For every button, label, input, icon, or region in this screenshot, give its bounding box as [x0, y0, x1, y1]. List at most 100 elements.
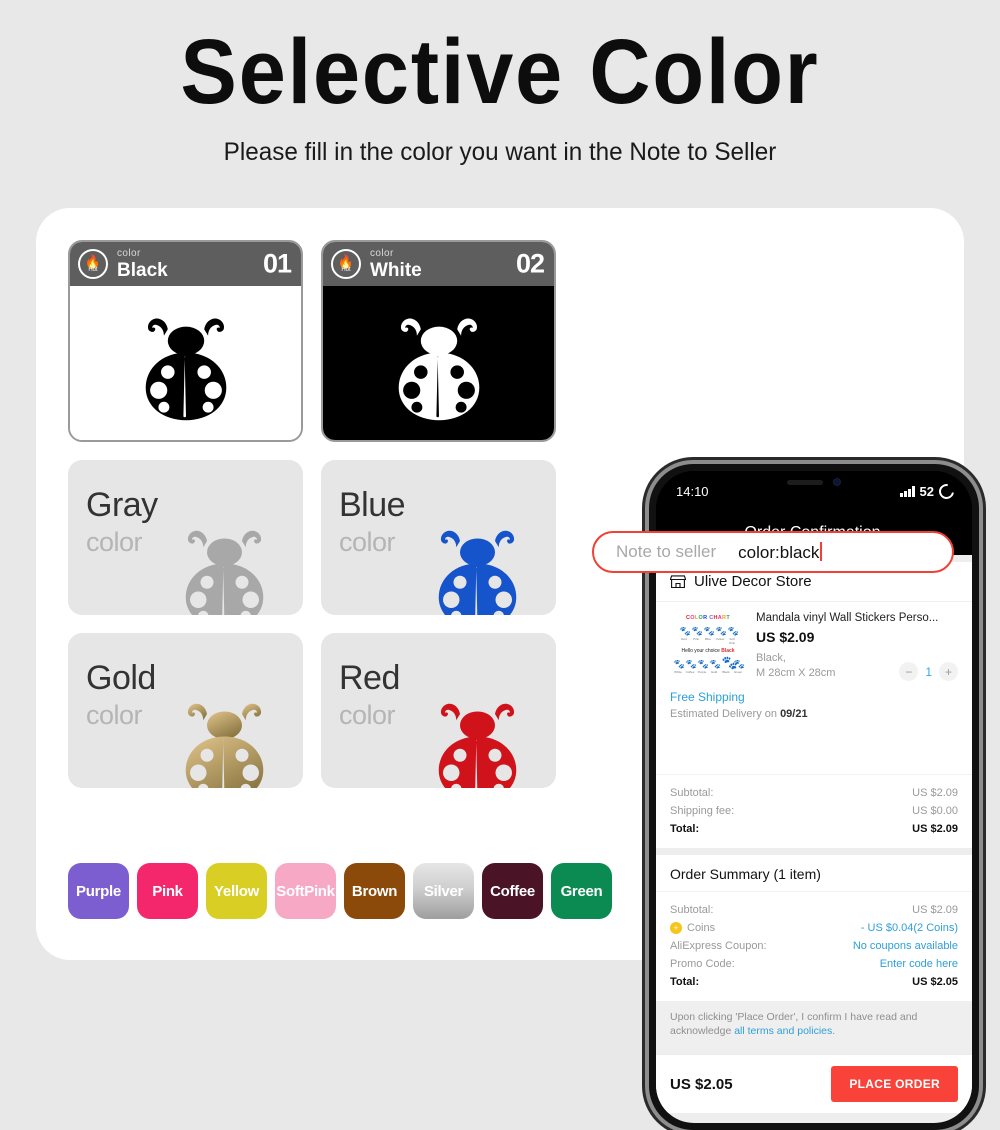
variant-color: Black,: [756, 652, 786, 664]
hot-card-row: 🔥 Hot color Black 01 🔥 Hot color White 0…: [68, 240, 580, 442]
eta-date: 09/21: [780, 708, 808, 720]
paw-label: Yellow: [715, 637, 725, 641]
color-card-name: Gold: [86, 659, 156, 697]
paw-icon: 🐾: [673, 659, 685, 669]
flame-icon: 🔥: [84, 254, 102, 269]
hot-card-name: Black: [117, 259, 168, 281]
color-swatch-row: Purple Pink Yellow Soft Pink Brown Silver…: [68, 863, 612, 919]
coins-label-group: + Coins: [670, 922, 715, 934]
color-card-gray[interactable]: Gray color: [68, 460, 303, 615]
hot-badge-label: Hot: [341, 267, 351, 273]
order-item-info: Mandala vinyl Wall Stickers Perso... US …: [756, 612, 958, 682]
summary-value: No coupons available: [852, 940, 958, 952]
swatch-purple[interactable]: Purple: [68, 863, 129, 919]
swatch-brown[interactable]: Brown: [344, 863, 405, 919]
quantity-stepper[interactable]: − 1 +: [899, 662, 958, 681]
totals-label: Subtotal:: [670, 787, 714, 799]
summary-total-value: US $2.05: [912, 976, 958, 988]
swatch-yellow[interactable]: Yellow: [206, 863, 267, 919]
hot-card-white[interactable]: 🔥 Hot color White 02: [321, 240, 556, 442]
order-summary-title: Order Summary (1 item): [656, 855, 972, 892]
quantity-decrease-button[interactable]: −: [899, 662, 919, 681]
terms-notice: Upon clicking 'Place Order', I confirm I…: [656, 1001, 972, 1047]
note-to-seller-field[interactable]: Note to seller color:black: [592, 531, 954, 573]
paw-swatch: 🐾 Black: [722, 656, 738, 674]
thumb-paw-row-2: 🐾 White 🐾 Coffee 🐾 Purple 🐾 Gold 🐾 Black 🐾 Gre…: [670, 656, 746, 675]
color-card-gold[interactable]: Gold color: [68, 633, 303, 788]
color-card-labels: Blue color: [339, 486, 406, 557]
thumb-paw-row-1: 🐾 Red 🐾 Pink 🐾 Blue 🐾 Yellow 🐾 Soft Pink: [670, 625, 746, 646]
storefront-icon: [670, 575, 686, 589]
checkout-total: US $2.05: [670, 1075, 733, 1093]
order-confirmation-screen: Ulive Decor Store COLOR CHART 🐾 Red 🐾 Pink: [656, 555, 972, 1123]
status-time: 14:10: [676, 483, 709, 499]
product-title[interactable]: Mandala vinyl Wall Stickers Perso...: [756, 612, 958, 624]
summary-value: US $2.09: [912, 904, 958, 916]
paw-swatch: 🐾 Green: [734, 658, 745, 675]
swatch-pink[interactable]: Pink: [137, 863, 198, 919]
place-order-button[interactable]: PLACE ORDER: [831, 1066, 958, 1102]
totals-row: Shipping fee: US $0.00: [670, 802, 958, 820]
hot-card-number: 02: [515, 248, 545, 279]
color-card-sub: color: [339, 527, 396, 557]
hot-card-small-label: color: [370, 247, 394, 259]
front-camera-icon: [833, 478, 841, 486]
order-summary-rows: Subtotal: US $2.09 + Coins - US $0.04(2 …: [656, 892, 972, 1001]
terms-link[interactable]: all terms and policies: [734, 1025, 832, 1037]
product-price: US $2.09: [756, 629, 815, 645]
paw-label: Blue: [704, 637, 711, 641]
hot-card-labels: color Black: [117, 247, 168, 281]
ladybug-icon: [438, 703, 517, 788]
signal-bars-icon: [900, 485, 915, 497]
color-card-bug: [162, 684, 287, 788]
summary-row-promo[interactable]: Promo Code: Enter code here: [670, 955, 958, 973]
product-thumbnail[interactable]: COLOR CHART 🐾 Red 🐾 Pink 🐾 Blue 🐾 Yellow 🐾 So…: [670, 612, 746, 682]
color-card-name: Gray: [86, 486, 158, 524]
color-card-red[interactable]: Red color: [321, 633, 556, 788]
summary-row-total: Total: US $2.05: [670, 973, 958, 991]
summary-label: Coins: [687, 922, 716, 934]
totals-value: US $2.09: [912, 823, 958, 835]
status-indicators: 52: [900, 480, 957, 502]
totals-value: US $2.09: [912, 787, 958, 799]
paw-icon: 🐾: [727, 626, 739, 636]
hot-card-number: 01: [262, 248, 292, 279]
screen-gap: [656, 1047, 972, 1054]
hot-card-black[interactable]: 🔥 Hot color Black 01: [68, 240, 303, 442]
ladybug-icon: [398, 318, 479, 421]
thumb-hello-text: Hello your choice Black: [670, 648, 746, 654]
quantity-increase-button[interactable]: +: [939, 662, 958, 681]
thumb-hello-highlight: Black: [721, 648, 735, 654]
paw-swatch: 🐾 Purple: [698, 658, 709, 675]
hot-card-header: 🔥 Hot color White 02: [323, 242, 554, 286]
shipping-row[interactable]: Free Shipping Estimated Delivery on 09/2…: [656, 686, 972, 730]
paw-label: Pink: [693, 637, 699, 641]
summary-label: Promo Code:: [670, 958, 735, 970]
swatch-silver[interactable]: Silver: [413, 863, 474, 919]
paw-icon: 🐾: [679, 626, 691, 636]
color-card-sub: color: [86, 527, 143, 557]
coin-icon: +: [670, 922, 682, 934]
hot-card-small-label: color: [117, 247, 141, 259]
swatch-coffee[interactable]: Coffee: [482, 863, 543, 919]
status-bar: 14:10 52: [656, 471, 972, 511]
color-card-bug: [162, 511, 287, 615]
flame-icon: 🔥: [337, 254, 355, 269]
color-card-blue[interactable]: Blue color: [321, 460, 556, 615]
paw-swatch: 🐾 Soft Pink: [727, 625, 739, 646]
color-card-name: Red: [339, 659, 400, 697]
hot-card-body: [70, 286, 301, 440]
page-subtitle: Please fill in the color you want in the…: [223, 138, 777, 166]
paw-swatch: 🐾 Gold: [710, 658, 721, 675]
color-card-name: Blue: [339, 486, 406, 524]
swatch-green[interactable]: Green: [551, 863, 612, 919]
paw-label: Gold: [710, 670, 718, 674]
hot-badge: 🔥 Hot: [331, 249, 361, 279]
paw-icon: 🐾: [715, 626, 727, 636]
estimated-delivery: Estimated Delivery on 09/21: [670, 708, 958, 720]
swatch-soft-pink[interactable]: Soft Pink: [275, 863, 336, 919]
summary-row-coins[interactable]: + Coins - US $0.04(2 Coins): [670, 919, 958, 937]
eta-prefix: Estimated Delivery on: [670, 708, 777, 720]
summary-row-coupon[interactable]: AliExpress Coupon: No coupons available: [670, 937, 958, 955]
order-item-row: COLOR CHART 🐾 Red 🐾 Pink 🐾 Blue 🐾 Yellow 🐾 So…: [656, 602, 972, 686]
